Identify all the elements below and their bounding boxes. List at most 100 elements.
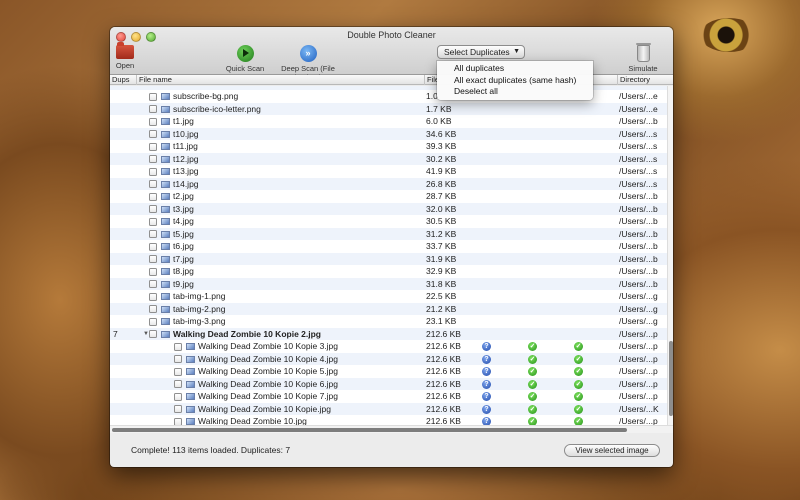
image-file-icon: [161, 143, 170, 150]
row-checkbox[interactable]: [149, 117, 157, 126]
table-row[interactable]: Walking Dead Zombie 10 Kopie 6.jpg 212.6 …: [110, 377, 667, 390]
table-row[interactable]: tab-img-1.png 22.5 KB/Users/...g: [110, 290, 667, 303]
image-file-icon: [161, 293, 170, 300]
table-row[interactable]: t6.jpg 33.7 KB/Users/...b: [110, 240, 667, 253]
table-row[interactable]: Walking Dead Zombie 10 Kopie 5.jpg 212.6 …: [110, 365, 667, 378]
table-row[interactable]: t1.jpg 6.0 KB/Users/...b: [110, 115, 667, 128]
row-checkbox[interactable]: [174, 380, 182, 388]
quick-scan-label: Quick Scan: [225, 64, 265, 73]
file-name: t3.jpg: [173, 203, 194, 214]
directory-path: /Users/...e: [619, 91, 658, 101]
file-name: t8.jpg: [173, 266, 194, 276]
row-checkbox[interactable]: [149, 192, 157, 201]
row-checkbox[interactable]: [174, 342, 182, 351]
trash-icon: [635, 43, 651, 62]
menu-item-all-exact-duplicates[interactable]: All exact duplicates (same hash): [437, 75, 593, 87]
row-checkbox[interactable]: [149, 230, 157, 238]
image-file-icon: [161, 330, 170, 338]
check-icon: ✓: [574, 342, 583, 351]
table-row[interactable]: t14.jpg 26.8 KB/Users/...s: [110, 177, 667, 190]
table-row[interactable]: tab-img-2.png 21.2 KB/Users/...g: [110, 302, 667, 315]
chevron-down-icon: ▼: [513, 48, 520, 55]
table-row[interactable]: t2.jpg 28.7 KB/Users/...b: [110, 190, 667, 203]
row-checkbox[interactable]: [149, 142, 157, 151]
question-icon: ?: [482, 379, 491, 389]
image-file-icon: [186, 393, 195, 400]
row-checkbox[interactable]: [149, 155, 157, 163]
table-row[interactable]: t7.jpg 31.9 KB/Users/...b: [110, 252, 667, 265]
image-file-icon: [161, 305, 170, 313]
row-checkbox[interactable]: [149, 92, 157, 101]
file-size: 31.2 KB: [426, 228, 457, 239]
row-checkbox[interactable]: [149, 180, 157, 188]
row-checkbox[interactable]: [149, 130, 157, 138]
vertical-scrollbar[interactable]: [667, 86, 673, 425]
table-row[interactable]: t8.jpg 32.9 KB/Users/...b: [110, 265, 667, 278]
row-checkbox[interactable]: [174, 417, 182, 425]
table-row[interactable]: Walking Dead Zombie 10 Kopie 7.jpg 212.6 …: [110, 390, 667, 403]
row-checkbox[interactable]: [149, 105, 157, 113]
table-row[interactable]: t11.jpg 39.3 KB/Users/...s: [110, 140, 667, 153]
status-text: Complete! 113 items loaded. Duplicates: …: [131, 445, 291, 455]
row-checkbox[interactable]: [174, 355, 182, 363]
file-name: t11.jpg: [173, 141, 198, 151]
table-row[interactable]: t3.jpg 32.0 KB/Users/...b: [110, 202, 667, 215]
file-size: 28.7 KB: [426, 191, 457, 201]
table-row[interactable]: Walking Dead Zombie 10.jpg 212.6 KB? ✓ ✓ /Us…: [110, 415, 667, 425]
row-checkbox[interactable]: [149, 242, 157, 251]
vertical-scroll-thumb[interactable]: [669, 341, 673, 416]
image-file-icon: [161, 118, 170, 125]
row-checkbox[interactable]: [149, 217, 157, 226]
select-duplicates-popup[interactable]: Select Duplicates ▼: [437, 45, 525, 59]
table-row[interactable]: Walking Dead Zombie 10 Kopie 4.jpg 212.6 …: [110, 352, 667, 365]
file-size: 212.6 KB: [426, 403, 461, 414]
directory-path: /Users/...p: [619, 353, 658, 364]
image-file-icon: [186, 418, 195, 425]
table-row[interactable]: t10.jpg 34.6 KB/Users/...s: [110, 127, 667, 140]
table-row[interactable]: Walking Dead Zombie 10 Kopie.jpg 212.6 KB…: [110, 402, 667, 415]
file-size: 212.6 KB: [426, 416, 461, 425]
image-file-icon: [161, 180, 170, 188]
row-checkbox[interactable]: [149, 167, 157, 176]
horizontal-scrollbar[interactable]: [110, 425, 673, 433]
row-checkbox[interactable]: [149, 205, 157, 213]
table-row[interactable]: subscribe-ico-letter.png 1.7 KB/Users/...…: [110, 102, 667, 115]
file-list[interactable]: subscribe-bg.png 1.0/Users/...e subscribe-…: [110, 86, 667, 425]
directory-path: /Users/...s: [619, 141, 658, 151]
row-checkbox[interactable]: [149, 255, 157, 263]
table-row[interactable]: Walking Dead Zombie 10 Kopie 3.jpg 212.6 …: [110, 340, 667, 353]
question-icon: ?: [482, 392, 491, 401]
file-size: 33.7 KB: [426, 241, 457, 251]
column-header-dups[interactable]: Dups: [110, 75, 130, 85]
table-row[interactable]: t9.jpg 31.8 KB/Users/...b: [110, 277, 667, 290]
table-row[interactable]: t13.jpg 41.9 KB/Users/...s: [110, 165, 667, 178]
row-checkbox[interactable]: [149, 305, 157, 313]
column-header-directory[interactable]: Directory: [617, 75, 650, 85]
check-icon: ✓: [528, 342, 537, 351]
table-row[interactable]: t5.jpg 31.2 KB/Users/...b: [110, 227, 667, 240]
row-checkbox[interactable]: [174, 392, 182, 401]
directory-path: /Users/...s: [619, 153, 658, 164]
row-checkbox[interactable]: [174, 405, 182, 413]
row-checkbox[interactable]: [149, 292, 157, 301]
table-row[interactable]: tab-img-3.png 23.1 KB/Users/...g: [110, 315, 667, 328]
image-file-icon: [161, 130, 170, 138]
menu-item-all-duplicates[interactable]: All duplicates: [437, 63, 593, 75]
horizontal-scroll-thumb[interactable]: [112, 428, 627, 432]
quick-scan-button[interactable]: Quick Scan: [223, 45, 267, 73]
row-checkbox[interactable]: [174, 367, 182, 376]
open-button[interactable]: Open: [114, 42, 136, 70]
table-row[interactable]: t4.jpg 30.5 KB/Users/...b: [110, 215, 667, 228]
directory-path: /Users/...g: [619, 316, 658, 326]
file-size: 26.8 KB: [426, 178, 457, 189]
column-header-file-name[interactable]: File name: [136, 75, 172, 85]
table-row[interactable]: t12.jpg 30.2 KB/Users/...s: [110, 152, 667, 165]
row-checkbox[interactable]: [149, 317, 157, 326]
group-row[interactable]: 7 ▼ Walking Dead Zombie 10 Kopie 2.jpg 212.…: [110, 327, 667, 340]
file-name: t10.jpg: [173, 128, 199, 139]
view-selected-image-button[interactable]: View selected image: [564, 444, 660, 457]
menu-item-deselect-all[interactable]: Deselect all: [437, 86, 593, 98]
row-checkbox[interactable]: [149, 330, 157, 338]
row-checkbox[interactable]: [149, 280, 157, 288]
row-checkbox[interactable]: [149, 267, 157, 276]
